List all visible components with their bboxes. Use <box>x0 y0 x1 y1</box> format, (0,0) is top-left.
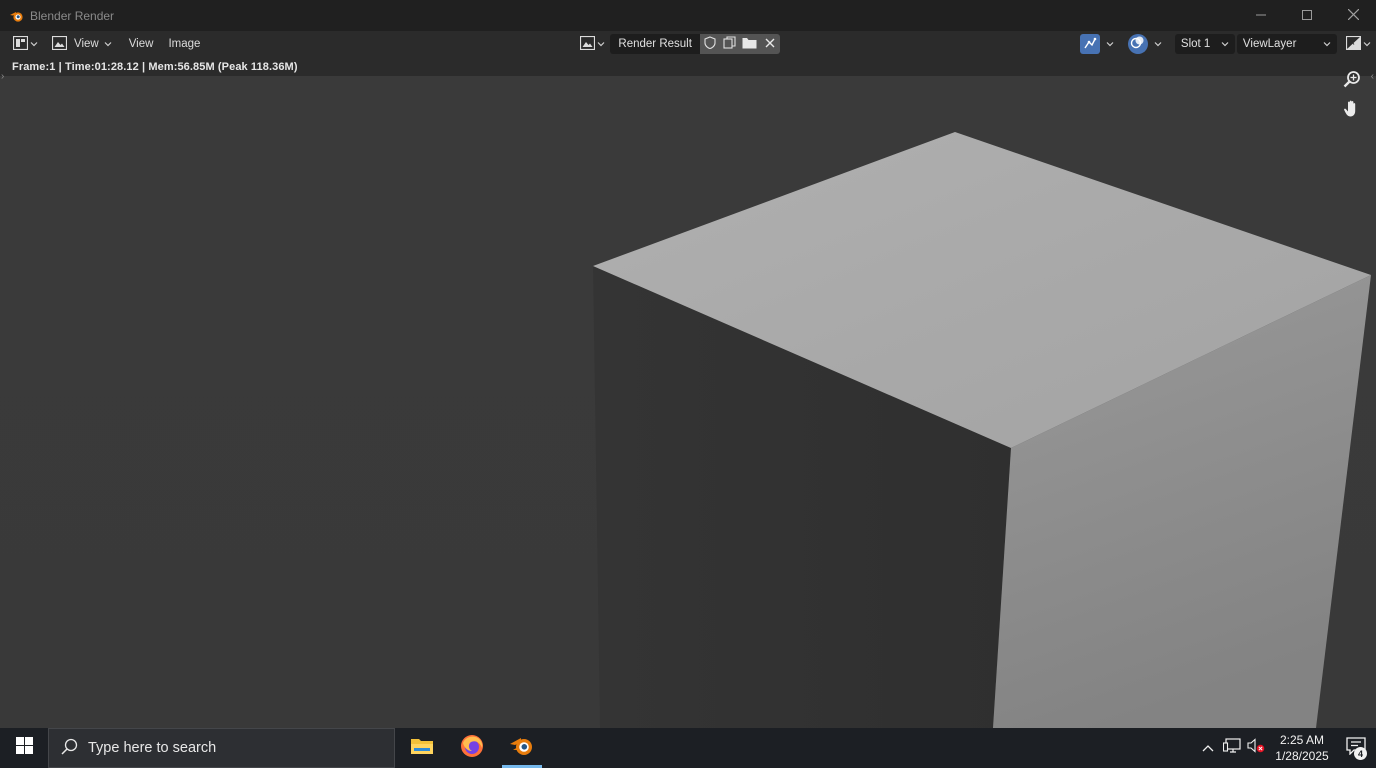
zoom-button[interactable] <box>1339 68 1365 94</box>
clock-date: 1/28/2025 <box>1275 749 1329 763</box>
maximize-icon <box>1302 7 1312 25</box>
sidebar-expand-arrow[interactable]: ‹ <box>1371 71 1374 82</box>
action-center-button[interactable]: 4 <box>1336 728 1376 768</box>
fake-user-shield-icon <box>704 36 716 52</box>
chevron-up-icon <box>1202 739 1214 757</box>
title-bar: Blender Render <box>0 0 1376 31</box>
slot-label: Slot 1 <box>1180 38 1211 50</box>
pan-hand-icon <box>1343 99 1361 123</box>
view-layer-selector[interactable]: ViewLayer <box>1236 34 1337 54</box>
render-viewport[interactable]: Frame:1 | Time:01:28.12 | Mem:56.85M (Pe… <box>0 57 1376 728</box>
notification-count-badge: 4 <box>1354 747 1367 760</box>
volume-muted-icon <box>1247 738 1265 758</box>
blender-icon <box>509 735 535 762</box>
image-browse-icon <box>580 35 596 53</box>
taskbar-app-firefox[interactable] <box>447 728 497 768</box>
minimize-button[interactable] <box>1238 0 1284 31</box>
view-image-icon <box>51 35 68 53</box>
toolbar-expand-arrow[interactable]: › <box>1 71 4 82</box>
clock-time: 2:25 AM <box>1279 733 1325 747</box>
view-mode-selector[interactable]: View <box>49 34 115 54</box>
maximize-button[interactable] <box>1284 0 1330 31</box>
menu-image[interactable]: Image <box>162 34 206 54</box>
search-icon <box>61 738 78 759</box>
chevron-down-icon[interactable] <box>1154 40 1162 48</box>
image-actions <box>699 34 780 54</box>
view-mode-label: View <box>74 38 99 50</box>
system-tray: 2:25 AM 1/28/2025 4 <box>1196 728 1376 768</box>
minimize-icon <box>1256 7 1266 25</box>
unlink-close-icon <box>765 38 775 51</box>
overlay-icon <box>1130 35 1145 53</box>
open-image-folder-icon <box>742 37 757 52</box>
start-button[interactable] <box>0 728 48 768</box>
zoom-icon <box>1343 70 1361 93</box>
taskbar-clock[interactable]: 2:25 AM 1/28/2025 <box>1268 732 1336 764</box>
slot-selector[interactable]: Slot 1 <box>1174 34 1235 54</box>
display-channels-selector[interactable] <box>1343 34 1374 54</box>
close-button[interactable] <box>1330 0 1376 31</box>
render-stats: Frame:1 | Time:01:28.12 | Mem:56.85M (Pe… <box>12 61 298 73</box>
display-channels-icon <box>1345 35 1362 53</box>
sample-tool-button[interactable] <box>1079 34 1100 54</box>
open-image-button[interactable] <box>740 34 760 54</box>
duplicate-image-icon <box>723 36 736 52</box>
windows-taskbar: Type here to search 2:25 AM 1/28/2025 4 <box>0 728 1376 768</box>
duplicate-image-button[interactable] <box>720 34 740 54</box>
image-editor-header: View View Image Render Result Slot 1 Vie… <box>0 31 1376 57</box>
chevron-down-icon[interactable] <box>1106 40 1114 48</box>
menu-view[interactable]: View <box>123 34 160 54</box>
taskbar-search-box[interactable]: Type here to search <box>48 728 395 768</box>
windows-start-icon <box>15 737 33 759</box>
search-placeholder: Type here to search <box>88 740 217 756</box>
network-button[interactable] <box>1220 728 1244 768</box>
volume-button[interactable] <box>1244 728 1268 768</box>
window-title: Blender Render <box>30 8 115 23</box>
unlink-image-button[interactable] <box>760 34 780 54</box>
overlay-toggle-button[interactable] <box>1127 34 1148 54</box>
network-icon <box>1222 738 1241 758</box>
image-name-field[interactable]: Render Result <box>610 34 700 54</box>
blender-icon <box>8 8 24 24</box>
file-explorer-icon <box>410 736 434 761</box>
view-layer-label: ViewLayer <box>1242 38 1297 50</box>
sample-tool-icon <box>1083 36 1097 53</box>
show-hidden-icons-button[interactable] <box>1196 728 1220 768</box>
pan-button[interactable] <box>1339 98 1365 124</box>
taskbar-app-file-explorer[interactable] <box>397 728 447 768</box>
image-browse-button[interactable] <box>577 34 608 54</box>
editor-type-selector[interactable] <box>10 34 41 54</box>
fake-user-button[interactable] <box>700 34 720 54</box>
render-result-image <box>593 132 1371 728</box>
taskbar-app-blender[interactable] <box>497 728 547 768</box>
close-icon <box>1347 7 1359 25</box>
firefox-icon <box>460 734 484 763</box>
image-editor-icon <box>12 35 29 53</box>
